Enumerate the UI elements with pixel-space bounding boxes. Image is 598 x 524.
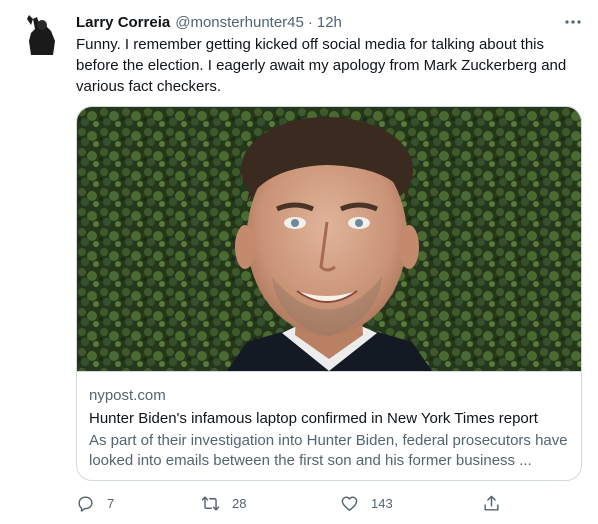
more-dots-icon: [565, 20, 581, 24]
link-card[interactable]: nypost.com Hunter Biden's infamous lapto…: [76, 106, 582, 481]
author-name[interactable]: Larry Correia: [76, 14, 170, 31]
heart-icon: [341, 495, 358, 511]
author-handle[interactable]: @monsterhunter45: [175, 14, 304, 31]
separator-dot: ·: [307, 13, 313, 31]
more-options-button[interactable]: [561, 12, 585, 32]
card-image: [77, 107, 581, 371]
avatar-silhouette-icon: [17, 11, 65, 59]
card-domain: nypost.com: [89, 387, 166, 404]
card-description: As part of their investigation into Hunt…: [89, 432, 568, 469]
card-meta: nypost.com Hunter Biden's infamous lapto…: [77, 371, 581, 480]
reply-count: 7: [107, 495, 115, 511]
share-button[interactable]: [482, 489, 501, 517]
tweet-actions: 7 28 143: [70, 489, 510, 517]
like-button[interactable]: 143: [340, 489, 393, 517]
tweet-timestamp[interactable]: 12h: [317, 14, 342, 31]
share-icon: [484, 495, 499, 511]
retweet-count: 28: [232, 495, 247, 511]
retweet-button[interactable]: 28: [201, 489, 246, 517]
card-title: Hunter Biden's infamous laptop confirmed…: [89, 410, 538, 427]
reply-icon: [78, 495, 93, 512]
reply-button[interactable]: 7: [76, 489, 114, 517]
retweet-icon: [201, 495, 220, 511]
tweet-header: Larry Correia @monsterhunter45 · 12h: [76, 13, 342, 31]
like-count: 143: [371, 495, 393, 511]
author-avatar[interactable]: [17, 11, 65, 59]
tweet[interactable]: Larry Correia @monsterhunter45 · 12h Fun…: [0, 0, 598, 524]
tweet-text: Funny. I remember getting kicked off soc…: [76, 36, 567, 95]
